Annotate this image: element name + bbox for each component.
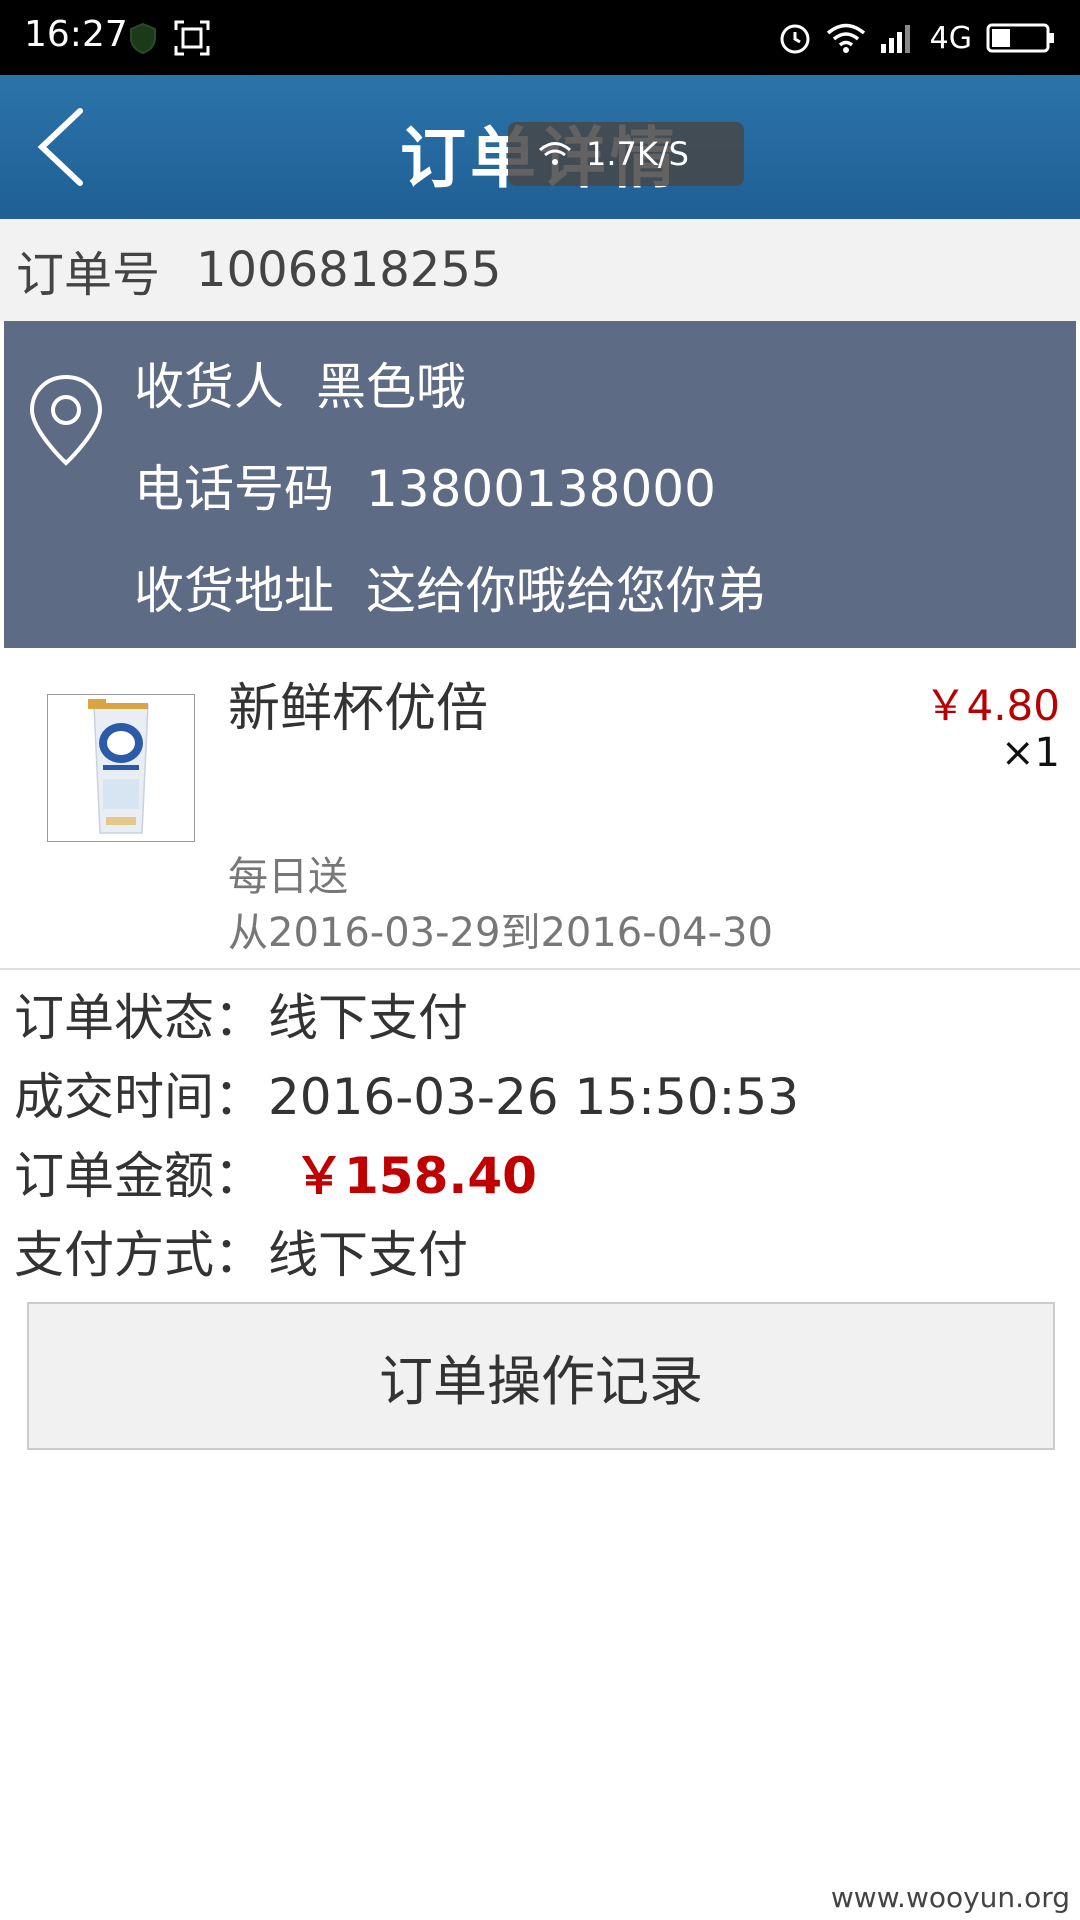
order-number: 1006818255 (196, 242, 502, 298)
payment-method: 线下支付 (268, 1226, 468, 1284)
order-status: 线下支付 (268, 989, 468, 1047)
order-status-row: 订单状态：线下支付 (14, 978, 468, 1050)
recipient-address-label: 收货地址 (134, 562, 334, 620)
alarm-icon (780, 24, 810, 54)
recipient-address-row: 收货地址 这给你哦给您你弟 (134, 551, 766, 623)
order-status-label: 订单状态： (14, 989, 264, 1047)
product-quantity: ×1 (1001, 730, 1060, 776)
order-amount-label: 订单金额： (14, 1147, 264, 1205)
recipient-address: 这给你哦给您你弟 (366, 562, 766, 620)
screenshot-icon (174, 20, 210, 56)
deal-time-label: 成交时间： (14, 1068, 264, 1126)
wifi-icon (539, 142, 571, 165)
network-type: 4G (929, 20, 972, 56)
location-pin-icon (29, 374, 103, 466)
shield-icon (130, 22, 156, 54)
payment-method-label: 支付方式： (14, 1226, 264, 1284)
status-time: 16:27 (24, 14, 128, 55)
recipient-phone-row: 电话号码 13800138000 (134, 449, 716, 521)
order-amount-row: 订单金额： ￥158.40 (14, 1136, 537, 1208)
battery-icon (986, 23, 1054, 53)
speed-text: 1.7K/S (586, 135, 689, 173)
status-bar: 16:27 4G (0, 0, 1080, 75)
deal-time: 2016-03-26 15:50:53 (268, 1068, 800, 1126)
recipient-name-row: 收货人 黑色哦 (134, 347, 466, 419)
network-speed-overlay: 1.7K/S (508, 122, 744, 186)
product-name: 新鲜杯优倍 (228, 679, 489, 739)
order-number-bar: 订单号 1006818255 (0, 219, 1080, 321)
recipient-info: 收货人 黑色哦 电话号码 13800138000 收货地址 这给你哦给您你弟 (4, 321, 1076, 648)
delivery-date-range: 从2016-03-29到2016-04-30 (228, 910, 773, 956)
watermark: www.wooyun.org (830, 1881, 1070, 1914)
payment-method-row: 支付方式：线下支付 (14, 1215, 468, 1287)
recipient-phone-label: 电话号码 (134, 460, 334, 518)
deal-time-row: 成交时间：2016-03-26 15:50:53 (14, 1057, 799, 1129)
product-item[interactable]: 新鲜杯优倍 ￥4.80 ×1 每日送 从2016-03-29到2016-04-3… (0, 648, 1080, 970)
product-thumbnail (47, 694, 195, 842)
order-log-button[interactable]: 订单操作记录 (27, 1302, 1055, 1450)
signal-icon (880, 25, 910, 53)
wifi-icon (826, 23, 865, 53)
recipient-phone: 13800138000 (366, 460, 716, 518)
order-number-label: 订单号 (16, 247, 161, 303)
recipient-name-label: 收货人 (134, 358, 284, 416)
yogurt-cup-image (88, 699, 149, 834)
order-amount: ￥158.40 (294, 1147, 537, 1205)
delivery-frequency: 每日送 (228, 854, 348, 900)
recipient-name: 黑色哦 (316, 358, 466, 416)
product-price: ￥4.80 (924, 681, 1060, 730)
